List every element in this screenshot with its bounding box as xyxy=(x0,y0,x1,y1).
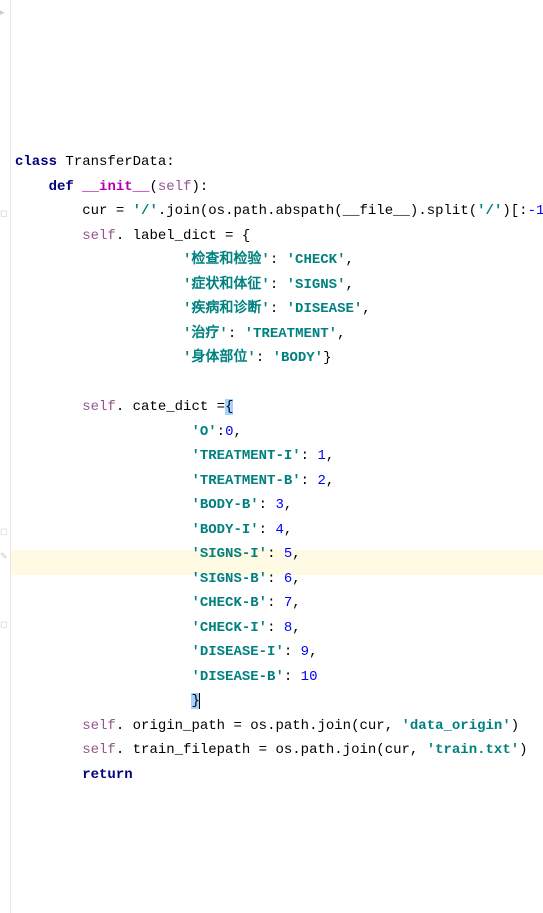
keyword-class: class xyxy=(15,154,57,170)
self-ref: self xyxy=(82,228,116,244)
dict-entry: 'BODY-B': 3, xyxy=(15,497,292,513)
dict-entry: 'BODY-I': 4, xyxy=(15,522,292,538)
keyword-return: return xyxy=(82,767,132,783)
class-name: TransferData xyxy=(65,154,166,170)
dict-entry: '检查和检验': 'CHECK', xyxy=(15,252,354,268)
self-ref: self xyxy=(82,742,116,758)
dict-entry: 'DISEASE-B': 10 xyxy=(15,669,317,685)
dict-entry: 'O':0, xyxy=(15,424,242,440)
dict-entry: 'TREATMENT-B': 2, xyxy=(15,473,334,489)
self-ref: self xyxy=(82,399,116,415)
text-cursor xyxy=(199,693,200,709)
dict-entry: '症状和体征': 'SIGNS', xyxy=(15,277,354,293)
dict-entry: '治疗': 'TREATMENT', xyxy=(15,326,345,342)
dict-entry: 'DISEASE-I': 9, xyxy=(15,644,317,660)
attr-cate-dict: cate_dict xyxy=(133,399,209,415)
attr-label-dict: label_dict xyxy=(133,228,217,244)
dict-entry: 'TREATMENT-I': 1, xyxy=(15,448,334,464)
attr-origin-path: origin_path xyxy=(133,718,225,734)
keyword-def: def xyxy=(49,179,74,195)
dict-entry: '身体部位': 'BODY'} xyxy=(15,350,331,366)
dict-entry: '疾病和诊断': 'DISEASE', xyxy=(15,301,371,317)
dict-entry: 'SIGNS-B': 6, xyxy=(15,571,301,587)
dict-entry: 'CHECK-B': 7, xyxy=(15,595,301,611)
highlighted-brace: { xyxy=(225,399,233,415)
code-editor[interactable]: class TransferData: def __init__(self): … xyxy=(0,147,543,790)
dict-entry: 'CHECK-I': 8, xyxy=(15,620,301,636)
fold-marker-icon[interactable]: ▸ xyxy=(0,6,9,15)
self-ref: self xyxy=(82,718,116,734)
function-name-init: __init__ xyxy=(82,179,149,195)
self-param: self xyxy=(158,179,192,195)
attr-train-filepath: train_filepath xyxy=(133,742,251,758)
dict-entry: 'SIGNS-I': 5, xyxy=(15,546,301,562)
